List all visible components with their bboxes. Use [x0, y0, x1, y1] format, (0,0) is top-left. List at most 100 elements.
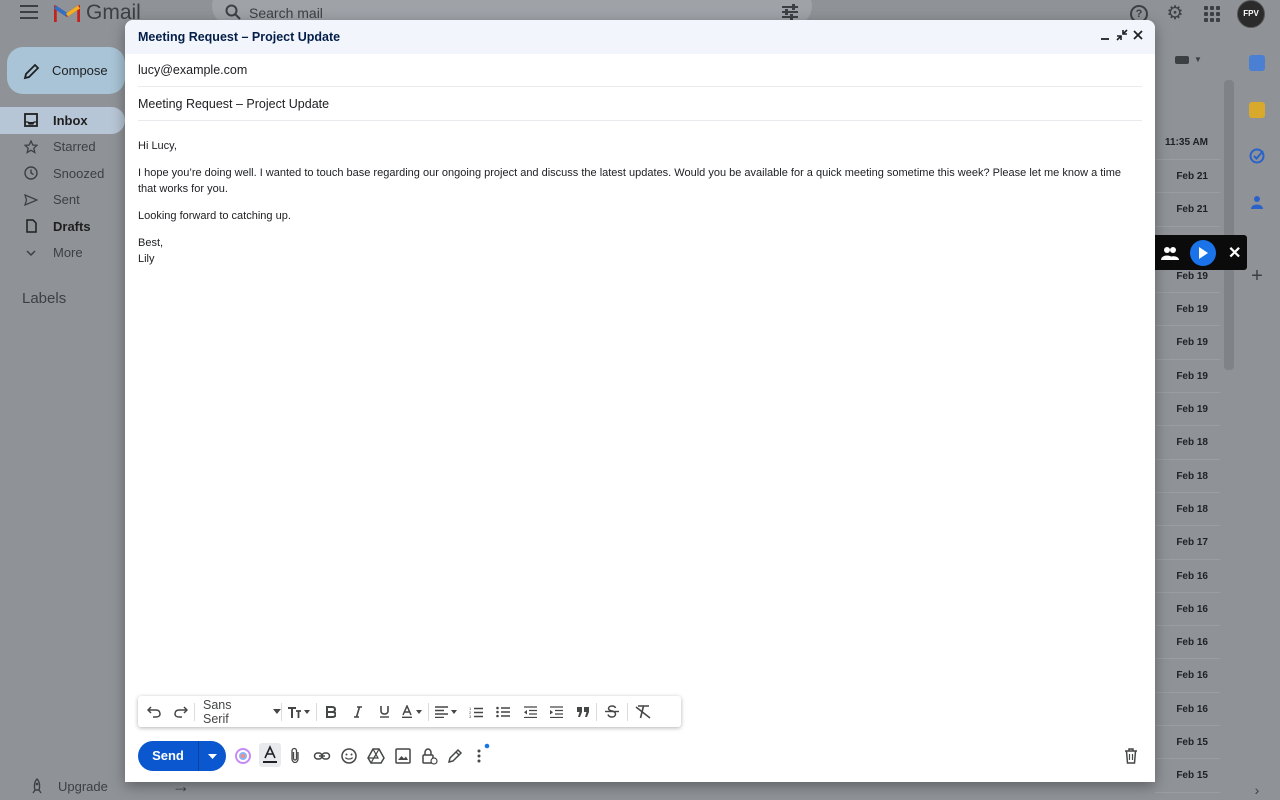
quote-button[interactable] [569, 696, 596, 727]
inbox-icon [24, 113, 38, 128]
upgrade-link[interactable]: Upgrade [30, 778, 108, 794]
sidebar-item-starred[interactable]: Starred [0, 134, 125, 161]
minimize-icon[interactable] [1098, 28, 1112, 42]
redo-button[interactable] [168, 696, 194, 727]
font-size-button[interactable] [282, 696, 316, 727]
mail-row-date[interactable]: Feb 19 [1155, 293, 1220, 327]
mail-row-date[interactable]: Feb 19 [1155, 393, 1220, 427]
search-options-icon[interactable] [781, 4, 799, 20]
schedule-send-button[interactable] [199, 741, 226, 771]
indent-less-button[interactable] [516, 696, 543, 727]
font-family-select[interactable]: Sans Serif [195, 696, 281, 727]
voice-select-icon[interactable] [1160, 245, 1180, 261]
google-apps-icon[interactable] [1204, 6, 1220, 22]
compose-button[interactable]: Compose [7, 47, 125, 94]
mail-row-date[interactable]: Feb 16 [1155, 659, 1220, 693]
account-avatar[interactable]: FPV [1237, 0, 1265, 28]
remove-formatting-button[interactable] [628, 696, 658, 727]
bold-icon [325, 705, 336, 718]
sidebar-item-sent[interactable]: Sent [0, 187, 125, 214]
undo-button[interactable] [140, 696, 168, 727]
bulleted-list-button[interactable] [489, 696, 516, 727]
mail-row-date[interactable]: Feb 18 [1155, 493, 1220, 527]
italic-button[interactable] [344, 696, 371, 727]
google-drive-icon[interactable] [367, 747, 385, 765]
text-color-button[interactable] [398, 696, 428, 727]
body-paragraph: I hope you’re doing well. I wanted to to… [138, 167, 1122, 195]
sidebar-item-drafts[interactable]: Drafts [0, 213, 125, 240]
more-options-icon[interactable] [474, 743, 490, 767]
formatting-toolbar: Sans Serif 123 [138, 696, 681, 727]
mail-row-date[interactable]: Feb 19 [1155, 326, 1220, 360]
chevron-right-icon[interactable]: › [1249, 782, 1265, 798]
calendar-icon[interactable] [1249, 55, 1265, 71]
quote-icon [576, 706, 589, 717]
sidebar-item-inbox[interactable]: Inbox [0, 107, 125, 134]
mail-row-date[interactable]: Feb 15 [1155, 759, 1220, 793]
sidebar-item-snoozed[interactable]: Snoozed [0, 160, 125, 187]
body-closing: Looking forward to catching up. [138, 210, 291, 222]
compose-title: Meeting Request – Project Update [138, 30, 341, 44]
confidential-mode-icon[interactable] [420, 747, 438, 765]
send-icon [24, 193, 38, 206]
indent-more-icon [550, 705, 563, 718]
keep-icon[interactable] [1249, 102, 1265, 118]
underline-button[interactable] [371, 696, 398, 727]
sidebar-nav: Inbox Starred Snoozed Sent Drafts More [0, 107, 125, 266]
discard-draft-icon[interactable] [1123, 747, 1139, 765]
undo-icon [147, 705, 161, 718]
insert-link-icon[interactable] [313, 747, 331, 765]
to-field[interactable]: lucy@example.com [138, 54, 1142, 87]
close-icon[interactable] [1131, 28, 1145, 42]
text-format-icon [263, 745, 277, 763]
text-size-icon [288, 706, 310, 718]
emoji-icon[interactable] [340, 747, 358, 765]
exit-fullscreen-icon[interactable] [1115, 28, 1129, 42]
numbered-list-button[interactable]: 123 [463, 696, 489, 727]
keyboard-icon[interactable] [1175, 56, 1189, 64]
send-button[interactable]: Send [138, 741, 199, 771]
mail-list-scrollbar[interactable] [1224, 80, 1234, 370]
search-input[interactable]: Search mail [249, 5, 323, 21]
contacts-icon[interactable] [1249, 194, 1265, 210]
formatting-options-button[interactable] [259, 743, 281, 767]
mail-row-date[interactable]: Feb 16 [1155, 626, 1220, 660]
mail-row-date[interactable]: Feb 18 [1155, 426, 1220, 460]
mail-row-date[interactable]: Feb 21 [1155, 160, 1220, 194]
bold-button[interactable] [317, 696, 344, 727]
mail-row-date[interactable]: Feb 16 [1155, 693, 1220, 727]
mail-row-date[interactable]: Feb 21 [1155, 193, 1220, 227]
mail-row-date[interactable]: Feb 15 [1155, 726, 1220, 760]
sidebar-item-label: More [53, 245, 83, 261]
add-addon-icon[interactable]: + [1249, 266, 1265, 286]
settings-gear-icon[interactable]: ⚙ [1166, 4, 1184, 23]
align-left-icon [435, 705, 457, 718]
attach-file-icon[interactable] [286, 747, 304, 765]
message-body[interactable]: Hi Lucy, I hope you’re doing well. I wan… [138, 138, 1138, 267]
caret-down-icon[interactable]: ▼ [1194, 55, 1202, 64]
mail-list: 11:35 AM Feb 21 Feb 21 Feb 19 Feb 19 Feb 19 Fe… [1155, 126, 1220, 793]
mail-row-date[interactable]: Feb 16 [1155, 593, 1220, 627]
strikethrough-button[interactable] [597, 696, 627, 727]
search-icon[interactable] [225, 4, 241, 20]
ai-assist-icon[interactable] [234, 747, 252, 765]
sidebar-item-more[interactable]: More [0, 240, 125, 267]
play-icon [1199, 246, 1208, 259]
mail-row-date[interactable]: 11:35 AM [1155, 126, 1220, 160]
indent-more-button[interactable] [543, 696, 569, 727]
mail-row-date[interactable]: Feb 17 [1155, 526, 1220, 560]
close-player-icon[interactable]: ✕ [1228, 243, 1241, 263]
tasks-icon[interactable] [1249, 148, 1265, 164]
file-icon [26, 219, 37, 233]
mail-row-date[interactable]: Feb 19 [1155, 360, 1220, 394]
align-button[interactable] [429, 696, 463, 727]
mail-row-date[interactable]: Feb 18 [1155, 460, 1220, 493]
play-button[interactable] [1190, 239, 1216, 266]
subject-field[interactable]: Meeting Request – Project Update [138, 88, 1142, 121]
insert-photo-icon[interactable] [394, 747, 412, 765]
signature-pen-icon[interactable] [446, 747, 464, 765]
mail-row-date[interactable]: Feb 16 [1155, 560, 1220, 593]
main-menu-icon[interactable] [20, 5, 38, 19]
compose-label: Compose [52, 63, 108, 78]
compose-header[interactable]: Meeting Request – Project Update [125, 20, 1155, 54]
